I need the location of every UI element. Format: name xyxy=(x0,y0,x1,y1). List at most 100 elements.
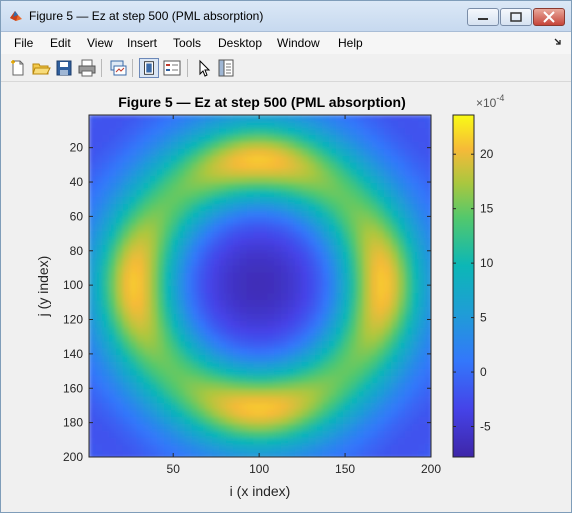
heatmap-cell xyxy=(102,115,111,123)
heatmap-cell xyxy=(170,121,179,130)
heatmap-cell xyxy=(390,348,399,357)
heatmap-cell xyxy=(267,430,276,439)
heatmap-cell xyxy=(239,368,248,377)
open-file-icon[interactable] xyxy=(31,58,51,78)
link-plot-icon[interactable] xyxy=(108,58,128,78)
heatmap-cell xyxy=(239,389,248,398)
heatmap-cell xyxy=(260,327,269,336)
heatmap-cell xyxy=(418,169,427,178)
heatmap-cell xyxy=(287,341,296,350)
heatmap-cell xyxy=(377,320,386,329)
dock-arrow-icon[interactable] xyxy=(554,38,562,46)
heatmap-cell xyxy=(191,403,200,412)
heatmap-cell xyxy=(116,210,124,219)
heatmap-cell xyxy=(418,396,427,405)
heatmap-cell xyxy=(198,148,207,157)
minimize-button[interactable] xyxy=(467,8,499,26)
heatmap-cell xyxy=(170,224,179,233)
heatmap-cell xyxy=(349,251,358,260)
heatmap-cell xyxy=(150,272,159,281)
heatmap-cell xyxy=(274,368,282,377)
heatmap-cell xyxy=(377,382,386,391)
heatmap-cell xyxy=(301,190,310,198)
heatmap-cell xyxy=(191,210,200,219)
heatmap-cell xyxy=(267,341,276,350)
heatmap-cell xyxy=(157,128,166,137)
heatmap-cell xyxy=(150,279,159,288)
title-bar[interactable]: Figure 5 — Ez at step 500 (PML absorptio… xyxy=(1,1,571,32)
save-icon[interactable] xyxy=(54,58,74,78)
heatmap-cell xyxy=(246,162,255,171)
heatmap-cell xyxy=(294,389,303,398)
heatmap-cell xyxy=(329,396,337,405)
heatmap-cell xyxy=(287,135,296,143)
heatmap-cell xyxy=(109,327,117,336)
dock-figure-icon[interactable] xyxy=(139,58,159,78)
menu-edit[interactable]: Edit xyxy=(50,36,71,50)
heatmap-cell xyxy=(418,437,427,446)
heatmap-cell xyxy=(356,437,365,446)
heatmap-cell xyxy=(390,162,399,171)
close-button[interactable] xyxy=(533,8,565,26)
heatmap-cell xyxy=(239,196,248,205)
heatmap-cell xyxy=(129,135,138,143)
heatmap-cell xyxy=(170,430,179,439)
property-editor-icon[interactable] xyxy=(216,58,236,78)
heatmap-cell xyxy=(411,224,420,233)
heatmap-cell xyxy=(212,128,221,137)
menu-insert[interactable]: Insert xyxy=(127,36,157,50)
pointer-icon[interactable] xyxy=(194,58,214,78)
menu-view[interactable]: View xyxy=(87,36,113,50)
insert-legend-icon[interactable] xyxy=(162,58,182,78)
heatmap-cell xyxy=(384,176,392,185)
heatmap-cell xyxy=(212,210,221,219)
menu-desktop[interactable]: Desktop xyxy=(218,36,262,50)
menu-tools[interactable]: Tools xyxy=(173,36,201,50)
heatmap-cell xyxy=(157,251,166,260)
heatmap-cell xyxy=(322,135,331,143)
heatmap-cell xyxy=(170,217,179,226)
menu-window[interactable]: Window xyxy=(277,36,320,50)
print-icon[interactable] xyxy=(77,58,97,78)
heatmap-cell xyxy=(308,258,317,267)
heatmap-cell xyxy=(136,423,145,432)
menu-file[interactable]: File xyxy=(14,36,33,50)
heatmap-cell xyxy=(136,348,145,357)
heatmap-cell xyxy=(246,313,255,322)
heatmap-cell xyxy=(349,444,358,453)
colorbar-tick-label: 15 xyxy=(480,202,494,216)
heatmap-cell xyxy=(267,286,276,295)
heatmap-cell xyxy=(150,196,159,205)
new-figure-icon[interactable] xyxy=(8,58,28,78)
heatmap-cell xyxy=(253,327,262,336)
heatmap-cell xyxy=(122,300,131,308)
heatmap-cell xyxy=(232,361,241,370)
heatmap-cell xyxy=(397,169,406,178)
heatmap-cell xyxy=(287,251,296,260)
heatmap-cell xyxy=(267,396,276,405)
heatmap-cell xyxy=(246,341,255,350)
heatmap-cell xyxy=(411,389,420,398)
heatmap-cell xyxy=(219,320,227,329)
menu-help[interactable]: Help xyxy=(338,36,363,50)
heatmap-cell xyxy=(280,142,289,150)
heatmap-cell xyxy=(143,355,152,363)
heatmap-cell xyxy=(267,437,276,446)
heatmap-cell xyxy=(232,368,241,377)
heatmap-cell xyxy=(150,142,159,150)
heatmap-cell xyxy=(129,162,138,171)
colorbar[interactable] xyxy=(452,114,475,458)
heatmap-cell xyxy=(170,416,179,425)
heatmap-cell xyxy=(397,238,406,247)
heatmap-cell xyxy=(425,313,431,322)
heatmap-image[interactable] xyxy=(89,115,434,460)
heatmap-cell xyxy=(136,121,145,130)
heatmap-cell xyxy=(418,416,427,425)
heatmap-cell xyxy=(363,183,372,192)
heatmap-cell xyxy=(370,224,379,233)
heatmap-cell xyxy=(260,355,269,363)
heatmap-cell xyxy=(109,176,117,185)
maximize-button[interactable] xyxy=(500,8,532,26)
heatmap-cell xyxy=(109,190,117,198)
heatmap-cell xyxy=(205,300,214,308)
